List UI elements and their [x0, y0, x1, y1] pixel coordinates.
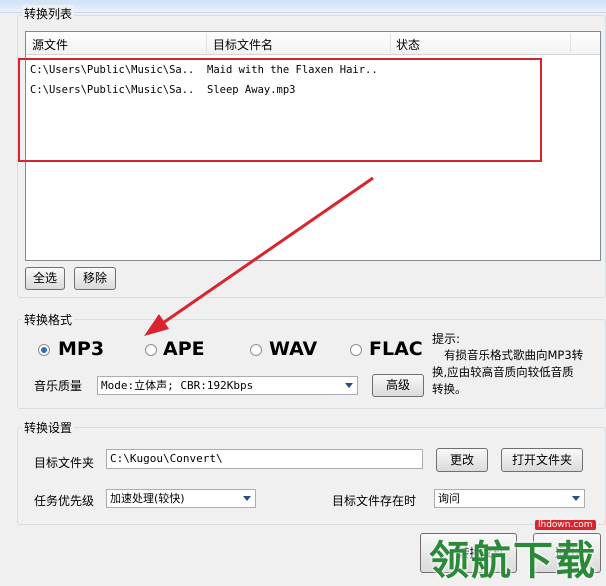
annotation-arrow [144, 176, 374, 336]
watermark-logo: lhdown.com 领航下载 [425, 512, 605, 584]
watermark-text: 领航下载 [429, 538, 597, 584]
